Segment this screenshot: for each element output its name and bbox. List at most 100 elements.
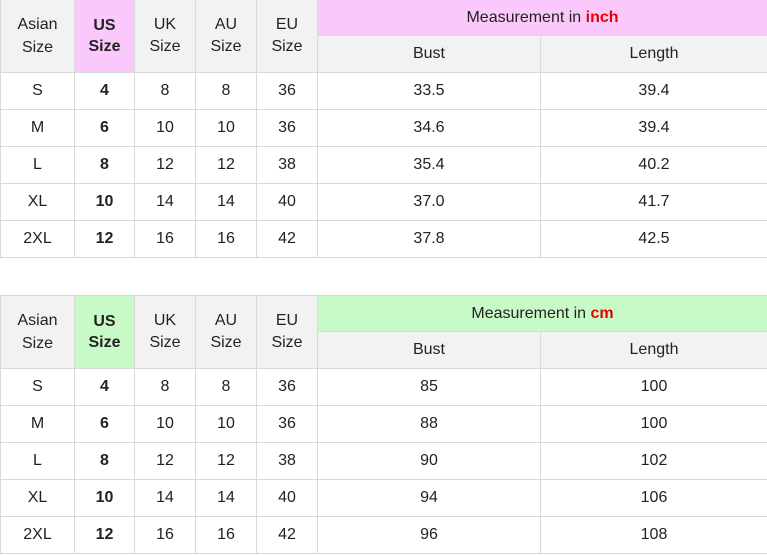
measurement-unit-cm: cm <box>590 304 614 322</box>
au-size-cell: 16 <box>195 516 257 554</box>
au-size-cell: 12 <box>195 442 257 480</box>
bust-cell: 33.5 <box>317 72 541 110</box>
eu-size-cell: 36 <box>256 72 318 110</box>
au-size-cell: 14 <box>195 479 257 517</box>
header-eu-line1: EU <box>275 312 299 329</box>
uk-size-cell: 8 <box>134 72 196 110</box>
length-cell: 39.4 <box>540 72 767 110</box>
column-bust: Bust <box>317 331 541 369</box>
eu-size-cell: 36 <box>256 368 318 406</box>
table-row: L 8 12 12 38 90 102 <box>0 442 767 480</box>
eu-size-cell: 42 <box>256 220 318 258</box>
header-au-line1: AU <box>214 312 238 329</box>
table-row: S 4 8 8 36 85 100 <box>0 368 767 406</box>
measurement-prefix: Measurement in <box>471 304 591 322</box>
eu-size-cell: 38 <box>256 146 318 184</box>
bust-cell: 35.4 <box>317 146 541 184</box>
header-eu-line2: Size <box>271 38 303 55</box>
au-size-cell: 10 <box>195 405 257 443</box>
header-us-size: US Size <box>74 295 135 369</box>
measurement-title-cm: Measurement in cm <box>316 295 767 332</box>
header-us-line1: US <box>93 17 116 34</box>
eu-size-cell: 36 <box>256 405 318 443</box>
uk-size-cell: 12 <box>134 146 196 184</box>
header-uk-size: UK Size <box>134 295 196 369</box>
asian-size-cell: XL <box>0 479 75 517</box>
header-au-size: AU Size <box>195 295 257 369</box>
bust-cell: 85 <box>317 368 541 406</box>
uk-size-cell: 16 <box>134 220 196 258</box>
uk-size-cell: 10 <box>134 109 196 147</box>
header-uk-size: UK Size <box>134 0 196 73</box>
asian-size-cell: 2XL <box>0 220 75 258</box>
length-cell: 102 <box>539 442 767 480</box>
asian-size-cell: M <box>0 405 75 443</box>
asian-size-cell: S <box>0 72 75 110</box>
asian-size-cell: M <box>0 109 75 147</box>
header-us-line1: US <box>93 313 116 330</box>
length-cell: 39.4 <box>540 109 767 147</box>
length-cell: 108 <box>539 516 767 554</box>
bust-cell: 34.6 <box>317 109 541 147</box>
au-size-cell: 12 <box>195 146 257 184</box>
header-eu-line2: Size <box>271 334 303 351</box>
us-size-cell: 4 <box>74 72 135 110</box>
us-size-cell: 10 <box>74 183 135 221</box>
length-cell: 106 <box>539 479 767 517</box>
eu-size-cell: 42 <box>256 516 318 554</box>
header-uk-line1: UK <box>153 312 177 329</box>
table-row: M 6 10 10 36 88 100 <box>0 405 767 443</box>
uk-size-cell: 16 <box>134 516 196 554</box>
header-asian-line2: Size <box>21 39 54 56</box>
header-au-size: AU Size <box>195 0 257 73</box>
au-size-cell: 14 <box>195 183 257 221</box>
column-length: Length <box>539 331 767 369</box>
uk-size-cell: 8 <box>134 368 196 406</box>
header-au-line2: Size <box>210 334 242 351</box>
header-eu-size: EU Size <box>256 0 318 73</box>
au-size-cell: 8 <box>195 72 257 110</box>
bust-cell: 88 <box>317 405 541 443</box>
asian-size-cell: XL <box>0 183 75 221</box>
header-eu-size: EU Size <box>256 295 318 369</box>
measurement-title-inch: Measurement in inch <box>317 0 767 36</box>
header-us-size: US Size <box>74 0 135 73</box>
uk-size-cell: 14 <box>134 479 196 517</box>
us-size-cell: 8 <box>74 442 135 480</box>
size-table-cm: Asian Size US Size UK Size AU Size EU Si… <box>0 295 767 554</box>
au-size-cell: 8 <box>195 368 257 406</box>
header-asian-size: Asian Size <box>0 0 75 73</box>
bust-cell: 37.8 <box>317 220 541 258</box>
us-size-cell: 4 <box>74 368 135 406</box>
us-size-cell: 12 <box>74 516 135 554</box>
header-asian-line1: Asian <box>17 16 58 33</box>
bust-cell: 90 <box>317 442 541 480</box>
length-cell: 41.7 <box>540 183 767 221</box>
header-asian-size: Asian Size <box>0 295 75 369</box>
asian-size-cell: L <box>0 146 75 184</box>
us-size-cell: 12 <box>74 220 135 258</box>
table-row: XL 10 14 14 40 94 106 <box>0 479 767 517</box>
table-row: S 4 8 8 36 33.5 39.4 <box>0 72 767 110</box>
us-size-cell: 6 <box>74 109 135 147</box>
length-cell: 100 <box>539 405 767 443</box>
length-cell: 42.5 <box>540 220 767 258</box>
column-bust: Bust <box>317 35 541 73</box>
bust-cell: 94 <box>317 479 541 517</box>
asian-size-cell: 2XL <box>0 516 75 554</box>
eu-size-cell: 40 <box>256 479 318 517</box>
asian-size-cell: S <box>0 368 75 406</box>
bust-cell: 96 <box>317 516 541 554</box>
table-row: M 6 10 10 36 34.6 39.4 <box>0 109 767 147</box>
bust-cell: 37.0 <box>317 183 541 221</box>
length-cell: 40.2 <box>540 146 767 184</box>
eu-size-cell: 38 <box>256 442 318 480</box>
table-row: 2XL 12 16 16 42 37.8 42.5 <box>0 220 767 258</box>
header-au-line2: Size <box>210 38 242 55</box>
header-uk-line2: Size <box>149 334 181 351</box>
uk-size-cell: 12 <box>134 442 196 480</box>
table-row: L 8 12 12 38 35.4 40.2 <box>0 146 767 184</box>
us-size-cell: 10 <box>74 479 135 517</box>
uk-size-cell: 14 <box>134 183 196 221</box>
table-row: 2XL 12 16 16 42 96 108 <box>0 516 767 554</box>
